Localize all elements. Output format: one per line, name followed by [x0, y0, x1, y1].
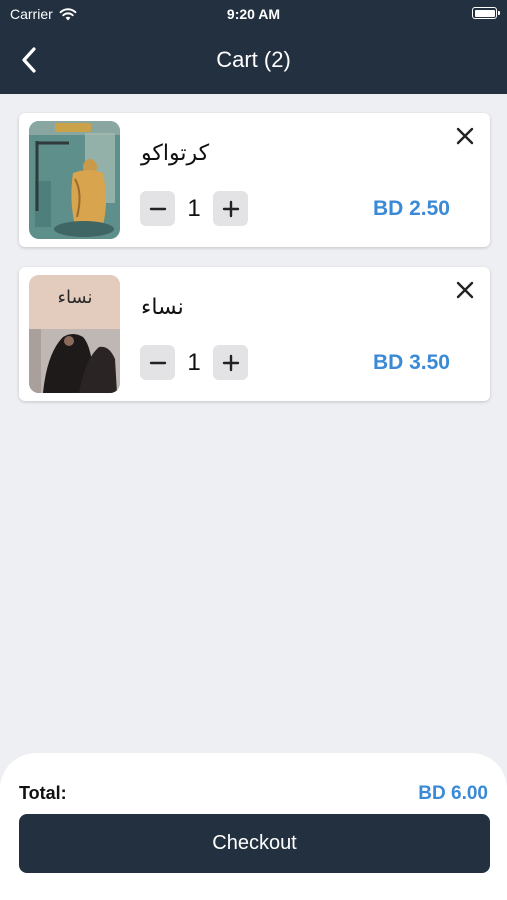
checkout-button[interactable]: Checkout	[19, 814, 490, 873]
item-price: BD 2.50	[372, 197, 450, 220]
close-icon	[456, 127, 474, 145]
plus-icon	[222, 200, 239, 217]
battery-icon	[472, 7, 500, 19]
item-price: BD 3.50	[372, 351, 450, 374]
total-label: Total:	[19, 783, 67, 803]
status-time: 9:20 AM	[226, 6, 281, 22]
plus-icon	[222, 354, 239, 371]
minus-icon	[149, 361, 166, 364]
increment-button[interactable]	[213, 191, 248, 226]
quantity-value: 1	[187, 194, 201, 222]
status-bar: Carrier 9:20 AM	[0, 0, 507, 28]
page-title: Cart (2)	[216, 47, 291, 72]
cart-footer: Total: BD 6.00 Checkout	[0, 753, 507, 900]
remove-item-button[interactable]	[454, 279, 476, 301]
quantity-stepper: 1	[140, 191, 248, 226]
quantity-stepper: 1	[140, 345, 248, 380]
decrement-button[interactable]	[140, 345, 175, 380]
app-header: Carrier 9:20 AM Cart (2)	[0, 0, 507, 94]
decrement-button[interactable]	[140, 191, 175, 226]
remove-item-button[interactable]	[454, 125, 476, 147]
increment-button[interactable]	[213, 345, 248, 380]
book-cover-image[interactable]	[29, 121, 120, 239]
cart-item: كرتواكو 1 BD 2.50	[19, 113, 490, 247]
close-icon	[456, 281, 474, 299]
item-title: نساء	[141, 295, 184, 320]
total-value: BD 6.00	[418, 783, 488, 804]
item-title: كرتواكو	[141, 141, 210, 166]
cart-item: نساء نساء 1 BD 3.50	[19, 267, 490, 401]
cover-title-text: نساء	[57, 287, 92, 308]
book-cover-image[interactable]: نساء	[29, 275, 120, 393]
minus-icon	[149, 207, 166, 210]
cart-list: كرتواكو 1 BD 2.50 نساء نساء 1 BD 3.50	[19, 113, 490, 421]
quantity-value: 1	[187, 348, 201, 376]
